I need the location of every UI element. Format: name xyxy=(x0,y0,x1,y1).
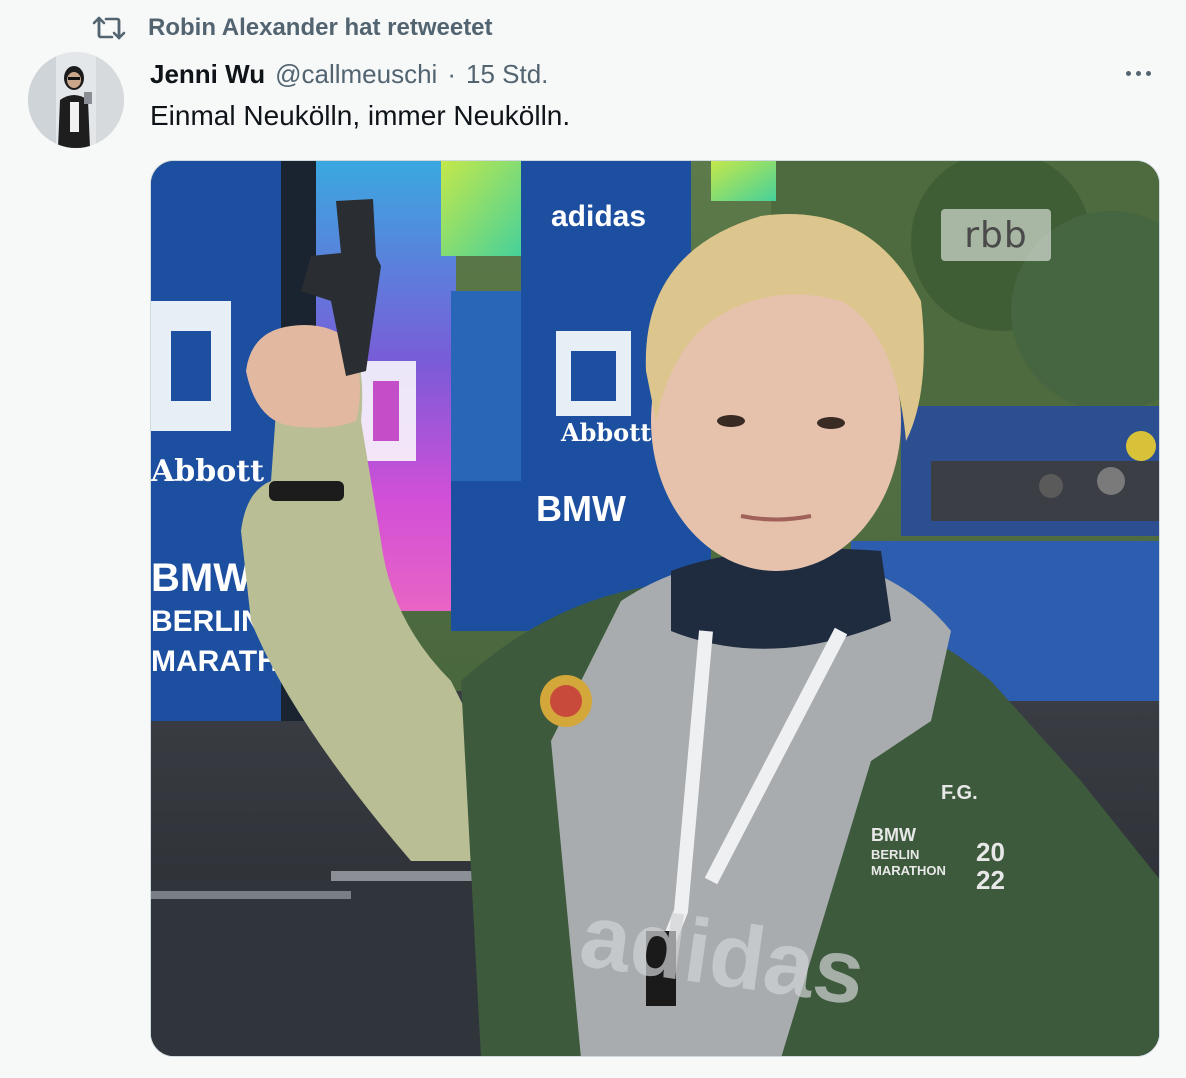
more-dot xyxy=(1125,70,1131,76)
jacket-initials: F.G. xyxy=(941,782,978,804)
jacket-logo-line1: BMW xyxy=(871,825,916,845)
retweet-context: Robin Alexander hat retweetet xyxy=(92,12,493,44)
author-display-name[interactable]: Jenni Wu xyxy=(150,59,265,90)
banner-berlin-left: BERLIN xyxy=(151,605,263,638)
rbb-watermark-logo: rbb xyxy=(941,209,1051,261)
jacket-logo-line2: BERLIN xyxy=(871,847,919,862)
more-options-button[interactable] xyxy=(1118,58,1158,88)
video-frame: Abbott BMW BERLIN MARATHON adidas Abbott xyxy=(151,161,1159,1056)
more-dot xyxy=(1145,70,1151,76)
retweet-label[interactable]: Robin Alexander hat retweetet xyxy=(148,14,493,42)
tweet-text: Einmal Neukölln, immer Neukölln. xyxy=(150,100,571,131)
banner-adidas: adidas xyxy=(551,200,646,233)
retweet-icon xyxy=(92,15,126,41)
banner-bmw-left: BMW xyxy=(151,556,251,600)
tweet-timestamp[interactable]: 15 Std. xyxy=(466,59,548,90)
jacket-year-bottom: 22 xyxy=(976,865,1005,895)
banner-abbott-center: Abbott xyxy=(560,418,651,447)
banner-bmw-center: BMW xyxy=(536,488,626,529)
more-dot xyxy=(1135,70,1141,76)
tweet-header: Jenni Wu @callmeuschi · 15 Std. xyxy=(150,56,548,92)
header-separator: · xyxy=(447,58,456,89)
tweet[interactable]: Robin Alexander hat retweetet Jenni Wu @… xyxy=(0,0,1186,1078)
author-handle[interactable]: @callmeuschi xyxy=(275,59,437,90)
tweet-media-video[interactable]: Abbott BMW BERLIN MARATHON adidas Abbott xyxy=(150,160,1160,1057)
avatar[interactable] xyxy=(28,52,124,148)
jacket-logo-line3: MARATHON xyxy=(871,863,946,878)
banner-abbott-left: Abbott xyxy=(151,454,264,489)
jacket-year-top: 20 xyxy=(976,837,1005,867)
